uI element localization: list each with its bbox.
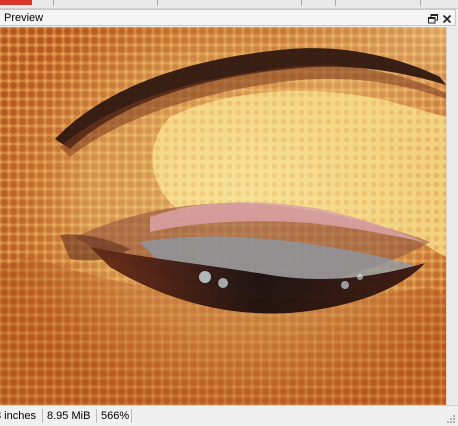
toolbar-separator <box>157 0 158 6</box>
zoomed-eye-image <box>0 27 446 405</box>
toolbar-separator <box>301 0 302 6</box>
toolbar-separator <box>53 0 54 6</box>
status-divider <box>131 409 132 423</box>
close-icon[interactable] <box>441 12 453 24</box>
status-bar: 3 inches 8.95 MiB 566% <box>0 405 458 426</box>
status-divider <box>96 409 97 423</box>
file-size-label: 8.95 MiB <box>47 410 91 422</box>
restore-window-icon[interactable] <box>427 12 439 24</box>
zoom-level-label: 566% <box>101 410 130 422</box>
image-preview-canvas[interactable] <box>0 27 446 405</box>
image-dimensions-label: 3 inches <box>0 410 36 422</box>
toolbar-separator <box>420 0 421 6</box>
panel-title: Preview <box>4 12 44 24</box>
toolbar-separator <box>335 0 336 6</box>
vertical-scrollbar[interactable] <box>446 27 458 405</box>
panel-titlebar: Preview <box>0 9 456 26</box>
toolbar-red-tab[interactable] <box>0 0 32 5</box>
preview-panel-window: Preview inches 8.95 MiB 566% <box>0 0 458 426</box>
status-divider <box>42 409 43 423</box>
resize-grip-icon[interactable] <box>446 414 456 424</box>
toolbar-strip <box>0 0 458 9</box>
